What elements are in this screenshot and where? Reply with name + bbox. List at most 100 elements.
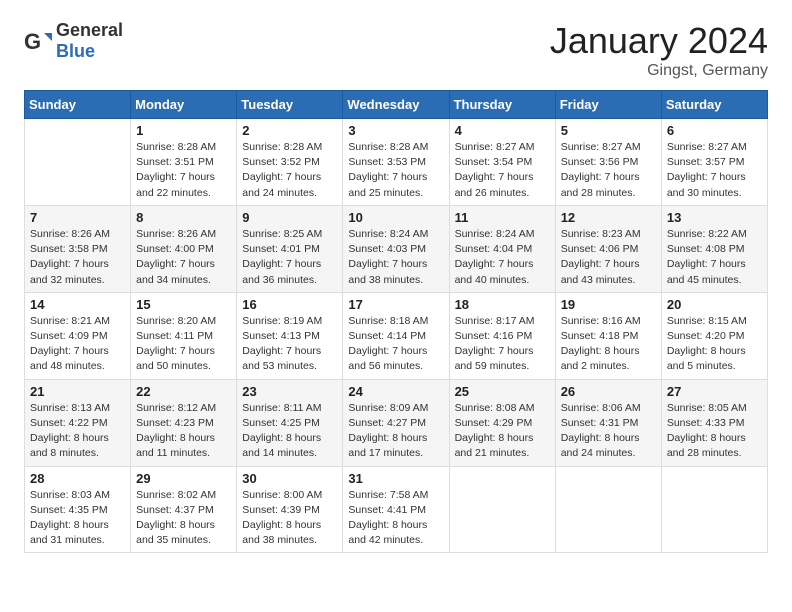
day-info: Sunrise: 8:28 AMSunset: 3:51 PMDaylight:… — [136, 140, 231, 201]
day-number: 2 — [242, 123, 337, 138]
calendar-week-row: 1Sunrise: 8:28 AMSunset: 3:51 PMDaylight… — [25, 119, 768, 206]
calendar-week-row: 28 Sunrise: 8:03 AMSunset: 4:35 PMDayligh… — [25, 466, 768, 553]
day-number: 24 — [348, 384, 443, 399]
day-number: 5 — [561, 123, 656, 138]
calendar-body: 1Sunrise: 8:28 AMSunset: 3:51 PMDaylight… — [25, 119, 768, 553]
day-number: 14 — [30, 297, 125, 312]
calendar-cell: 19 Sunrise: 8:16 AMSunset: 4:18 PMDayligh… — [555, 292, 661, 379]
day-number: 28 — [30, 471, 125, 486]
day-info: Sunrise: 8:27 AMSunset: 3:56 PMDaylight:… — [561, 140, 656, 201]
day-info: Sunrise: 8:27 AMSunset: 3:54 PMDaylight:… — [455, 140, 550, 201]
day-number: 25 — [455, 384, 550, 399]
day-number: 19 — [561, 297, 656, 312]
calendar-cell: 20Sunrise: 8:15 AMSunset: 4:20 PMDayligh… — [661, 292, 767, 379]
day-info: Sunrise: 8:24 AMSunset: 4:04 PMDaylight:… — [455, 227, 550, 288]
day-number: 12 — [561, 210, 656, 225]
day-info: Sunrise: 8:25 AMSunset: 4:01 PMDaylight:… — [242, 227, 337, 288]
day-info: Sunrise: 8:21 AMSunset: 4:09 PMDaylight:… — [30, 314, 125, 375]
day-info: Sunrise: 8:03 AMSunset: 4:35 PMDaylight:… — [30, 488, 125, 549]
day-info: Sunrise: 8:16 AMSunset: 4:18 PMDaylight:… — [561, 314, 656, 375]
calendar-cell: 26 Sunrise: 8:06 AMSunset: 4:31 PMDayligh… — [555, 379, 661, 466]
day-number: 20 — [667, 297, 762, 312]
day-number: 11 — [455, 210, 550, 225]
day-info: Sunrise: 8:17 AMSunset: 4:16 PMDaylight:… — [455, 314, 550, 375]
calendar-cell: 29 Sunrise: 8:02 AMSunset: 4:37 PMDayligh… — [131, 466, 237, 553]
day-number: 13 — [667, 210, 762, 225]
calendar-cell: 3 Sunrise: 8:28 AMSunset: 3:53 PMDaylight… — [343, 119, 449, 206]
calendar-cell — [661, 466, 767, 553]
weekday-header-row: SundayMondayTuesdayWednesdayThursdayFrid… — [25, 91, 768, 119]
calendar-cell: 13 Sunrise: 8:22 AMSunset: 4:08 PMDayligh… — [661, 205, 767, 292]
day-number: 10 — [348, 210, 443, 225]
day-number: 17 — [348, 297, 443, 312]
weekday-header-cell: Wednesday — [343, 91, 449, 119]
logo-blue-text: Blue — [56, 41, 95, 61]
day-number: 29 — [136, 471, 231, 486]
logo-general-text: General — [56, 20, 123, 40]
calendar-cell: 7Sunrise: 8:26 AMSunset: 3:58 PMDaylight… — [25, 205, 131, 292]
calendar-cell: 12 Sunrise: 8:23 AMSunset: 4:06 PMDayligh… — [555, 205, 661, 292]
day-info: Sunrise: 8:02 AMSunset: 4:37 PMDaylight:… — [136, 488, 231, 549]
calendar-cell: 15 Sunrise: 8:20 AMSunset: 4:11 PMDayligh… — [131, 292, 237, 379]
day-info: Sunrise: 8:05 AMSunset: 4:33 PMDaylight:… — [667, 401, 762, 462]
title-area: January 2024 Gingst, Germany — [550, 20, 768, 80]
calendar-cell: 11 Sunrise: 8:24 AMSunset: 4:04 PMDayligh… — [449, 205, 555, 292]
logo: G General Blue — [24, 20, 123, 62]
calendar-cell: 2 Sunrise: 8:28 AMSunset: 3:52 PMDaylight… — [237, 119, 343, 206]
weekday-header-cell: Tuesday — [237, 91, 343, 119]
day-info: Sunrise: 8:09 AMSunset: 4:27 PMDaylight:… — [348, 401, 443, 462]
day-info: Sunrise: 8:06 AMSunset: 4:31 PMDaylight:… — [561, 401, 656, 462]
weekday-header-cell: Friday — [555, 91, 661, 119]
day-info: Sunrise: 8:23 AMSunset: 4:06 PMDaylight:… — [561, 227, 656, 288]
location-subtitle: Gingst, Germany — [550, 62, 768, 80]
day-info: Sunrise: 8:00 AMSunset: 4:39 PMDaylight:… — [242, 488, 337, 549]
calendar-table: SundayMondayTuesdayWednesdayThursdayFrid… — [24, 90, 768, 553]
day-number: 15 — [136, 297, 231, 312]
day-info: Sunrise: 8:24 AMSunset: 4:03 PMDaylight:… — [348, 227, 443, 288]
day-number: 4 — [455, 123, 550, 138]
day-number: 9 — [242, 210, 337, 225]
day-number: 18 — [455, 297, 550, 312]
day-info: Sunrise: 8:08 AMSunset: 4:29 PMDaylight:… — [455, 401, 550, 462]
calendar-cell: 30Sunrise: 8:00 AMSunset: 4:39 PMDayligh… — [237, 466, 343, 553]
calendar-cell — [449, 466, 555, 553]
calendar-cell: 28 Sunrise: 8:03 AMSunset: 4:35 PMDayligh… — [25, 466, 131, 553]
calendar-cell: 27 Sunrise: 8:05 AMSunset: 4:33 PMDayligh… — [661, 379, 767, 466]
day-number: 16 — [242, 297, 337, 312]
day-info: Sunrise: 8:28 AMSunset: 3:53 PMDaylight:… — [348, 140, 443, 201]
calendar-cell — [25, 119, 131, 206]
day-number: 27 — [667, 384, 762, 399]
weekday-header-cell: Saturday — [661, 91, 767, 119]
calendar-cell: 16Sunrise: 8:19 AMSunset: 4:13 PMDayligh… — [237, 292, 343, 379]
day-info: Sunrise: 8:22 AMSunset: 4:08 PMDaylight:… — [667, 227, 762, 288]
day-info: Sunrise: 8:12 AMSunset: 4:23 PMDaylight:… — [136, 401, 231, 462]
calendar-cell: 9 Sunrise: 8:25 AMSunset: 4:01 PMDaylight… — [237, 205, 343, 292]
day-info: Sunrise: 8:28 AMSunset: 3:52 PMDaylight:… — [242, 140, 337, 201]
day-number: 3 — [348, 123, 443, 138]
day-number: 7 — [30, 210, 125, 225]
day-info: Sunrise: 8:18 AMSunset: 4:14 PMDaylight:… — [348, 314, 443, 375]
calendar-cell — [555, 466, 661, 553]
calendar-week-row: 14 Sunrise: 8:21 AMSunset: 4:09 PMDayligh… — [25, 292, 768, 379]
day-number: 22 — [136, 384, 231, 399]
day-number: 21 — [30, 384, 125, 399]
calendar-cell: 17 Sunrise: 8:18 AMSunset: 4:14 PMDayligh… — [343, 292, 449, 379]
svg-text:G: G — [24, 29, 41, 54]
calendar-cell: 23Sunrise: 8:11 AMSunset: 4:25 PMDayligh… — [237, 379, 343, 466]
logo-icon: G — [24, 27, 52, 55]
calendar-week-row: 7Sunrise: 8:26 AMSunset: 3:58 PMDaylight… — [25, 205, 768, 292]
day-info: Sunrise: 8:20 AMSunset: 4:11 PMDaylight:… — [136, 314, 231, 375]
day-info: Sunrise: 8:26 AMSunset: 4:00 PMDaylight:… — [136, 227, 231, 288]
day-info: Sunrise: 7:58 AMSunset: 4:41 PMDaylight:… — [348, 488, 443, 549]
calendar-cell: 31Sunrise: 7:58 AMSunset: 4:41 PMDayligh… — [343, 466, 449, 553]
calendar-cell: 25 Sunrise: 8:08 AMSunset: 4:29 PMDayligh… — [449, 379, 555, 466]
day-info: Sunrise: 8:13 AMSunset: 4:22 PMDaylight:… — [30, 401, 125, 462]
day-number: 8 — [136, 210, 231, 225]
day-number: 26 — [561, 384, 656, 399]
weekday-header-cell: Thursday — [449, 91, 555, 119]
calendar-week-row: 21 Sunrise: 8:13 AMSunset: 4:22 PMDayligh… — [25, 379, 768, 466]
month-title: January 2024 — [550, 20, 768, 62]
day-number: 6 — [667, 123, 762, 138]
calendar-cell: 18 Sunrise: 8:17 AMSunset: 4:16 PMDayligh… — [449, 292, 555, 379]
calendar-cell: 21 Sunrise: 8:13 AMSunset: 4:22 PMDayligh… — [25, 379, 131, 466]
